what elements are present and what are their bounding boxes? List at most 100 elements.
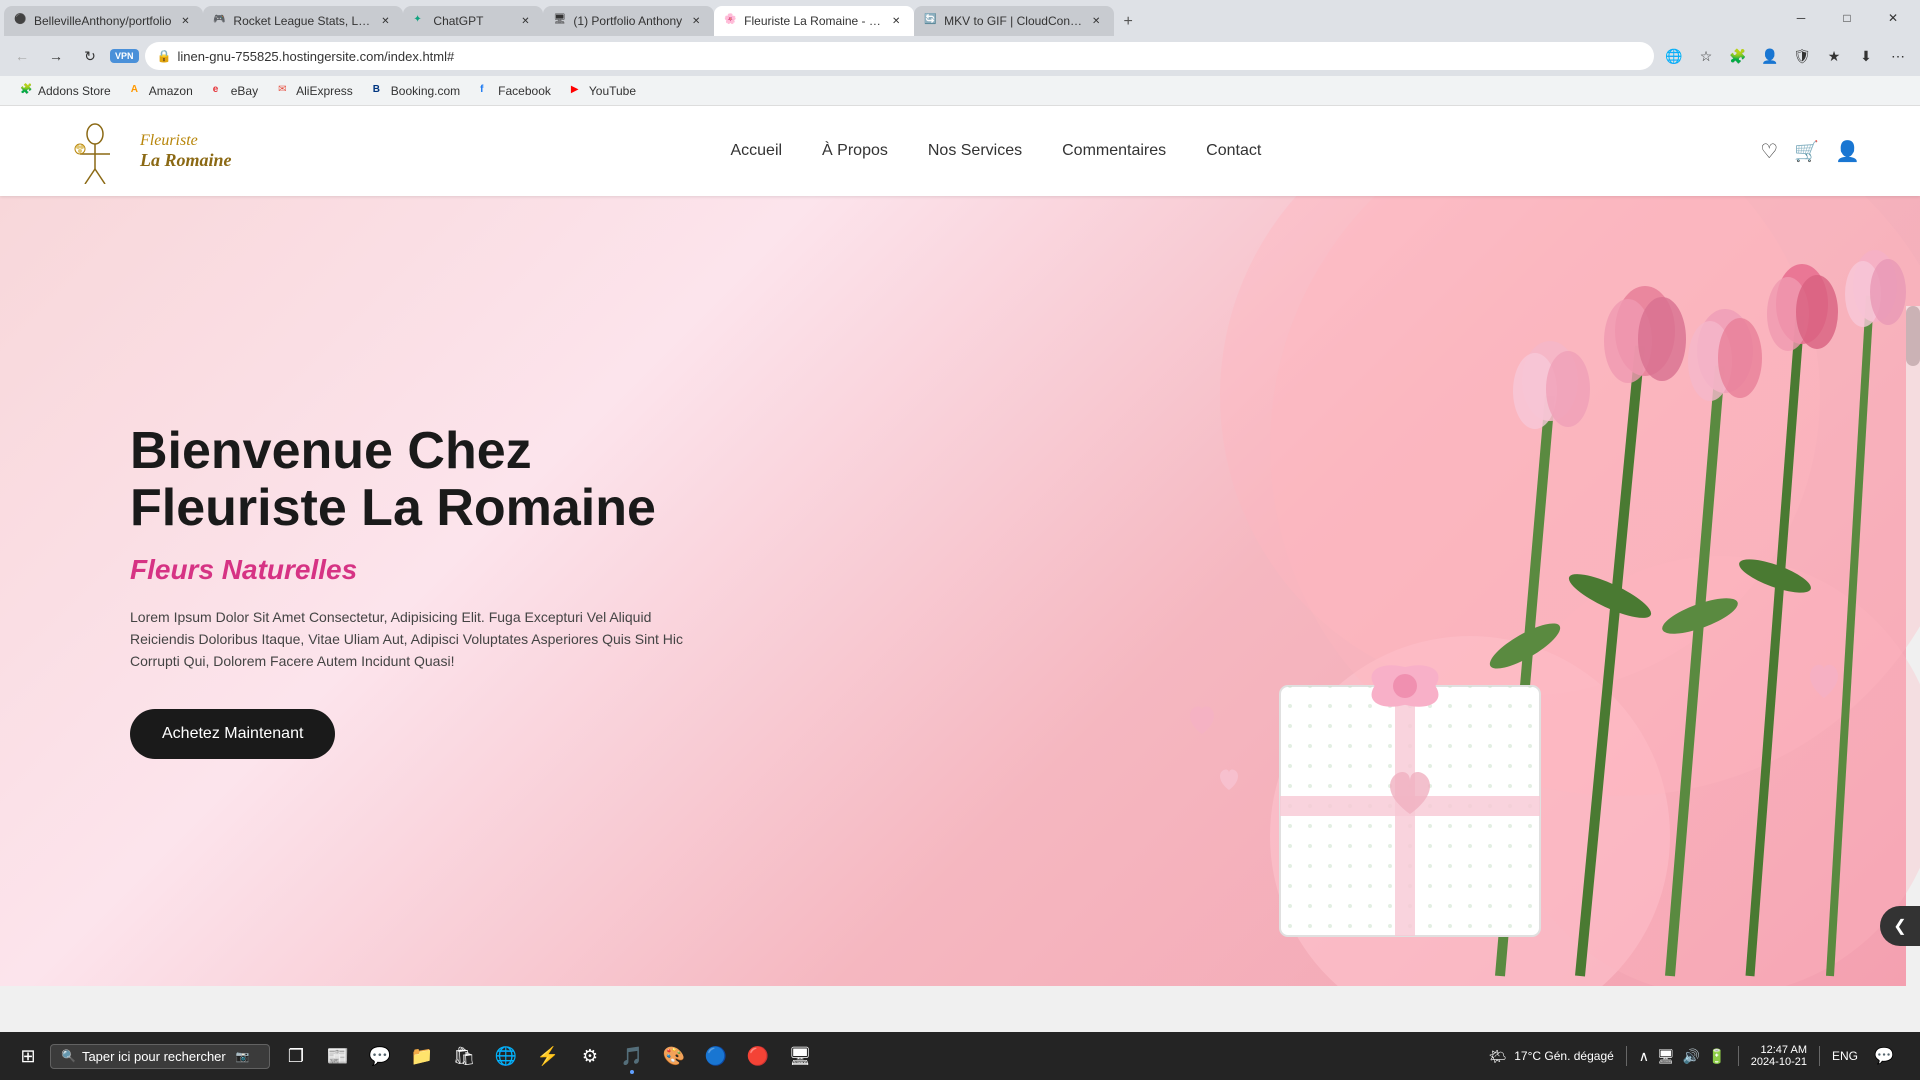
- tab-2[interactable]: 🎮 Rocket League Stats, Leaderbo... ✕: [203, 6, 403, 36]
- extension-icon[interactable]: 🧩: [1724, 42, 1752, 70]
- shield-icon[interactable]: 🛡: [1788, 42, 1816, 70]
- downloads-icon[interactable]: ⬇: [1852, 42, 1880, 70]
- bookmark-amazon[interactable]: A Amazon: [123, 82, 201, 100]
- chrome-button[interactable]: 🔵: [696, 1036, 736, 1076]
- dev-button[interactable]: 🖥: [780, 1036, 820, 1076]
- cta-button[interactable]: Achetez Maintenant: [130, 709, 335, 759]
- close-button[interactable]: ✕: [1870, 0, 1916, 36]
- bookmark-youtube[interactable]: ▶ YouTube: [563, 82, 644, 100]
- spotify-button[interactable]: 🎵: [612, 1036, 652, 1076]
- tab-3-close[interactable]: ✕: [517, 13, 533, 29]
- fileexplorer-button[interactable]: 📁: [402, 1036, 442, 1076]
- tab-6[interactable]: 🔄 MKV to GIF | CloudConvert ✕: [914, 6, 1114, 36]
- nav-commentaires[interactable]: Commentaires: [1062, 142, 1166, 160]
- tray-divider-2: [1738, 1046, 1739, 1066]
- booking-favicon: B: [373, 84, 387, 98]
- nav-accueil[interactable]: Accueil: [730, 142, 782, 160]
- maximize-button[interactable]: □: [1824, 0, 1870, 36]
- tabs-bar: ⚫ BellevilleAnthony/portfolio ✕ 🎮 Rocket…: [0, 0, 1920, 36]
- edge-button[interactable]: 🌐: [486, 1036, 526, 1076]
- tab-1[interactable]: ⚫ BellevilleAnthony/portfolio ✕: [4, 6, 203, 36]
- minimize-button[interactable]: ─: [1778, 0, 1824, 36]
- tab-3[interactable]: ✦ ChatGPT ✕: [403, 6, 543, 36]
- youtube-favicon: ▶: [571, 84, 585, 98]
- forward-button[interactable]: →: [42, 42, 70, 70]
- nav-services[interactable]: Nos Services: [928, 142, 1022, 160]
- tab-2-close[interactable]: ✕: [377, 13, 393, 29]
- hero-content: Bienvenue Chez Fleuriste La Romaine Fleu…: [0, 423, 700, 759]
- site-nav-links: Accueil À Propos Nos Services Commentair…: [730, 142, 1261, 160]
- tab-4-close[interactable]: ✕: [688, 13, 704, 29]
- chat-fab-button[interactable]: ❮: [1880, 906, 1920, 946]
- notifications-button[interactable]: 💬: [1864, 1036, 1904, 1076]
- store-button[interactable]: 🛍: [444, 1036, 484, 1076]
- system-tray: 🌤 17°C Gén. dégagé ∧ 🖥 🔊 🔋 12:47 AM 2024…: [1480, 1036, 1912, 1076]
- time-text: 12:47 AM: [1761, 1044, 1807, 1056]
- site-logo[interactable]: Fleuriste La Romaine: [60, 119, 232, 184]
- tab-1-close[interactable]: ✕: [177, 13, 193, 29]
- taskbar: ⊞ 🔍 Taper ici pour rechercher 📷 ❐ 📰 💬 📁 …: [0, 1032, 1920, 1080]
- website-content: Fleuriste La Romaine Accueil À Propos No…: [0, 106, 1920, 986]
- taskbar-search[interactable]: 🔍 Taper ici pour rechercher 📷: [50, 1044, 270, 1069]
- terminal-button[interactable]: ⚡: [528, 1036, 568, 1076]
- browser-window: ⚫ BellevilleAnthony/portfolio ✕ 🎮 Rocket…: [0, 0, 1920, 986]
- bookmark-ebay-label: eBay: [231, 84, 258, 98]
- language-text[interactable]: ENG: [1832, 1049, 1858, 1063]
- lock-icon: 🔒: [157, 49, 172, 63]
- datetime-display[interactable]: 12:47 AM 2024-10-21: [1751, 1044, 1807, 1068]
- tab-6-close[interactable]: ✕: [1088, 13, 1104, 29]
- hero-description: Lorem Ipsum Dolor Sit Amet Consectetur, …: [130, 606, 690, 673]
- profile-icon[interactable]: 👤: [1756, 42, 1784, 70]
- url-text: linen-gnu-755825.hostingersite.com/index…: [177, 49, 1642, 64]
- teams-button[interactable]: 💬: [360, 1036, 400, 1076]
- address-bar[interactable]: 🔒 linen-gnu-755825.hostingersite.com/ind…: [145, 42, 1654, 70]
- hero-title: Bienvenue Chez Fleuriste La Romaine: [130, 423, 700, 537]
- tray-icons: 🌤 17°C Gén. dégagé: [1488, 1048, 1613, 1065]
- tab-5-close[interactable]: ✕: [888, 13, 904, 29]
- wishlist-icon[interactable]: ♡: [1760, 139, 1778, 164]
- aliexpress-favicon: ✉: [278, 84, 292, 98]
- nav-apropos[interactable]: À Propos: [822, 142, 888, 160]
- bookmark-booking[interactable]: B Booking.com: [365, 82, 468, 100]
- facebook-favicon: f: [480, 84, 494, 98]
- bookmark-amazon-label: Amazon: [149, 84, 193, 98]
- tab-2-favicon: 🎮: [213, 14, 227, 28]
- logo-svg: [60, 119, 130, 184]
- tray-network-icon[interactable]: 🖥: [1657, 1048, 1675, 1065]
- favorites-icon[interactable]: ★: [1820, 42, 1848, 70]
- start-button[interactable]: ⊞: [8, 1036, 48, 1076]
- bookmark-addons[interactable]: 🧩 Addons Store: [12, 82, 119, 100]
- tab-5[interactable]: 🌸 Fleuriste La Romaine - Fleuriste... ✕: [714, 6, 914, 36]
- tab-4-title: (1) Portfolio Anthony: [573, 14, 682, 28]
- figma-button[interactable]: 🎨: [654, 1036, 694, 1076]
- opera-button[interactable]: 🔴: [738, 1036, 778, 1076]
- bookmark-booking-label: Booking.com: [391, 84, 460, 98]
- nav-contact[interactable]: Contact: [1206, 142, 1261, 160]
- account-icon[interactable]: 👤: [1835, 139, 1860, 164]
- bookmark-facebook[interactable]: f Facebook: [472, 82, 559, 100]
- cart-icon[interactable]: 🛒: [1794, 139, 1819, 164]
- bookmark-aliexpress[interactable]: ✉ AliExpress: [270, 82, 361, 100]
- site-navbar: Fleuriste La Romaine Accueil À Propos No…: [0, 106, 1920, 196]
- translate-icon[interactable]: 🌐: [1660, 42, 1688, 70]
- search-placeholder-icon: 📷: [236, 1050, 250, 1063]
- widgets-button[interactable]: 📰: [318, 1036, 358, 1076]
- tab-5-favicon: 🌸: [724, 14, 738, 28]
- tray-up-arrow[interactable]: ∧: [1639, 1048, 1649, 1065]
- vpn-badge[interactable]: VPN: [110, 49, 139, 63]
- star-icon[interactable]: ☆: [1692, 42, 1720, 70]
- back-button[interactable]: ←: [8, 42, 36, 70]
- gear-button[interactable]: ⚙: [570, 1036, 610, 1076]
- new-tab-button[interactable]: +: [1114, 8, 1142, 36]
- logo-text: Fleuriste La Romaine: [140, 132, 232, 171]
- tray-speaker-icon[interactable]: 🔊: [1683, 1048, 1700, 1065]
- hero-subtitle: Fleurs Naturelles: [130, 554, 700, 586]
- tab-4[interactable]: 🖥 (1) Portfolio Anthony ✕: [543, 6, 714, 36]
- tab-6-favicon: 🔄: [924, 14, 938, 28]
- reload-button[interactable]: ↻: [76, 42, 104, 70]
- bookmark-ebay[interactable]: e eBay: [205, 82, 266, 100]
- logo-line1: Fleuriste: [140, 132, 232, 150]
- menu-icon[interactable]: ⋯: [1884, 42, 1912, 70]
- tray-battery-icon[interactable]: 🔋: [1708, 1048, 1725, 1065]
- taskview-button[interactable]: ❐: [276, 1036, 316, 1076]
